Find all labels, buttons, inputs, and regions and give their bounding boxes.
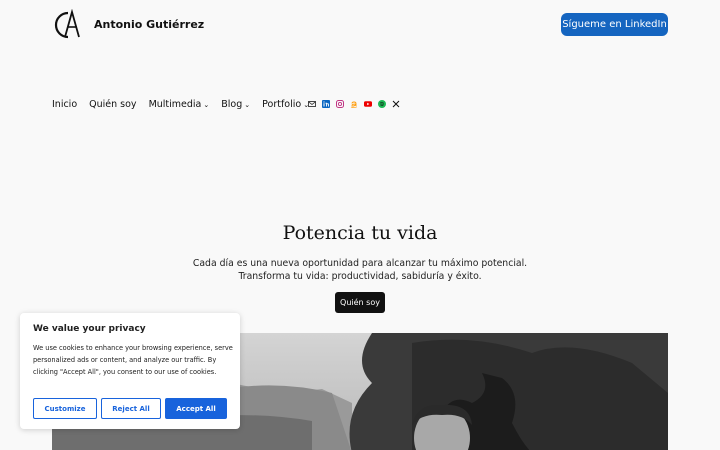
- main-nav: Inicio Quién soy Multimedia ⌄ Blog ⌄ Portf…: [52, 99, 309, 110]
- logo-icon[interactable]: [51, 9, 83, 41]
- spotify-icon[interactable]: [378, 100, 386, 108]
- nav-item-label: Blog: [221, 99, 243, 110]
- site-title[interactable]: Antonio Gutiérrez: [94, 18, 204, 31]
- cookie-consent-dialog: We value your privacy We use cookies to …: [20, 313, 240, 429]
- hero-subtitle-line: Cada día es una nueva oportunidad para a…: [192, 258, 528, 269]
- hero-subtitle: Cada día es una nueva oportunidad para a…: [0, 257, 720, 283]
- nav-item-portfolio[interactable]: Portfolio ⌄: [262, 99, 309, 110]
- x-icon[interactable]: [392, 100, 400, 108]
- page: Antonio Gutiérrez Sígueme en LinkedIn In…: [0, 0, 720, 450]
- hero-subtitle-line: Transforma tu vida: productividad, sabid…: [238, 271, 482, 282]
- mail-icon[interactable]: [308, 100, 316, 108]
- quien-soy-button[interactable]: Quién soy: [335, 292, 385, 313]
- social-icons: [308, 100, 400, 108]
- customize-button[interactable]: Customize: [33, 398, 97, 419]
- cookie-title: We value your privacy: [33, 324, 146, 334]
- cookie-actions: Customize Reject All Accept All: [33, 398, 227, 419]
- nav-item-blog[interactable]: Blog ⌄: [221, 99, 250, 110]
- follow-linkedin-button[interactable]: Sígueme en LinkedIn: [561, 13, 668, 36]
- hero-title: Potencia tu vida: [282, 222, 438, 244]
- nav-item-label: Inicio: [52, 99, 78, 110]
- nav-item-quien-soy[interactable]: Quién soy: [89, 99, 136, 110]
- nav-item-multimedia[interactable]: Multimedia ⌄: [149, 99, 210, 110]
- nav-item-label: Quién soy: [89, 99, 137, 110]
- nav-item-label: Multimedia: [148, 99, 202, 110]
- nav-item-label: Portfolio: [262, 99, 302, 110]
- nav-item-inicio[interactable]: Inicio: [52, 99, 77, 110]
- reject-all-button[interactable]: Reject All: [101, 398, 161, 419]
- amazon-icon[interactable]: [350, 100, 358, 108]
- chevron-down-icon: ⌄: [244, 101, 251, 109]
- chevron-down-icon: ⌄: [203, 101, 210, 109]
- youtube-icon[interactable]: [364, 100, 372, 108]
- cookie-text: We use cookies to enhance your browsing …: [33, 344, 233, 376]
- instagram-icon[interactable]: [336, 100, 344, 108]
- linkedin-icon[interactable]: [322, 100, 330, 108]
- accept-all-button[interactable]: Accept All: [165, 398, 227, 419]
